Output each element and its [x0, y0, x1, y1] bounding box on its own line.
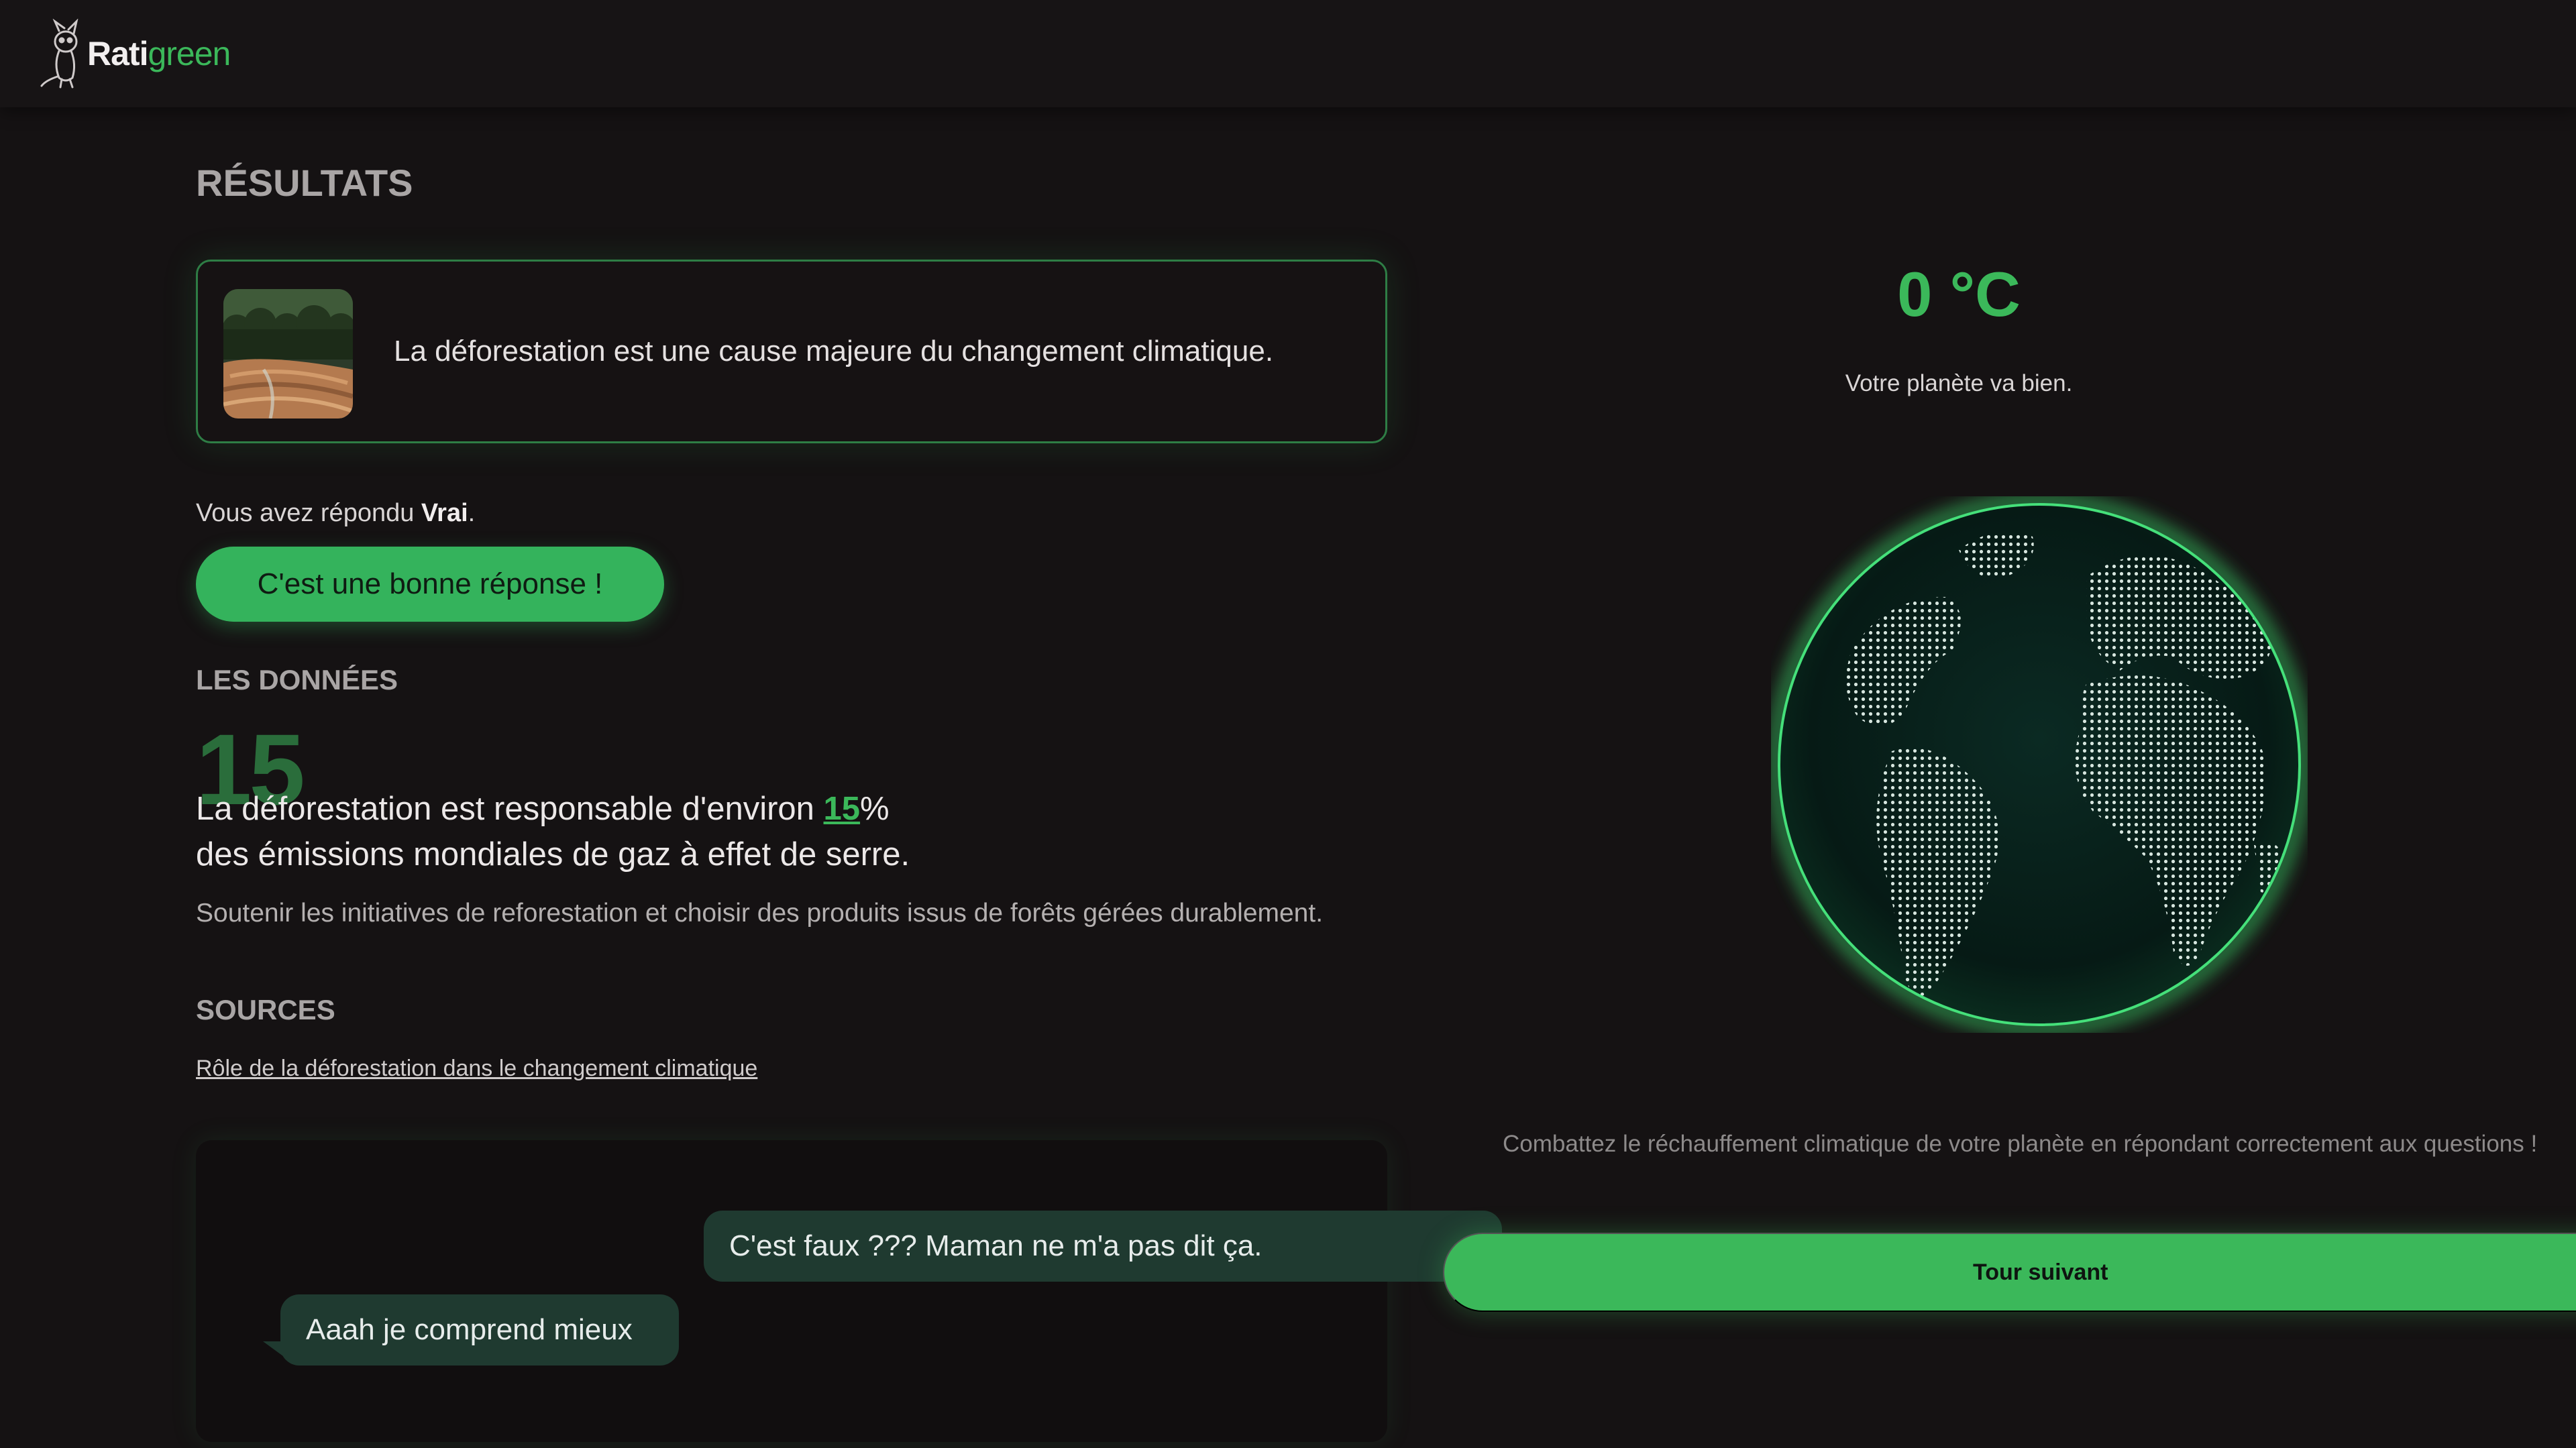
correct-answer-badge: C'est une bonne réponse ! — [196, 547, 664, 622]
data-section-title: LES DONNÉES — [196, 664, 398, 695]
chat-bubble-right: C'est faux ??? Maman ne m'a pas dit ça. — [704, 1211, 1502, 1282]
instruction-hint: Combattez le réchauffement climatique de… — [1503, 1131, 2538, 1157]
question-card: La déforestation est une cause majeure d… — [196, 260, 1387, 443]
chat-panel: C'est faux ??? Maman ne m'a pas dit ça. … — [196, 1140, 1511, 1442]
sources-title: SOURCES — [196, 994, 335, 1025]
answer-suffix: . — [468, 499, 476, 527]
fact-unit: % — [860, 791, 890, 827]
logo-text-accent: green — [148, 35, 231, 72]
source-link[interactable]: Rôle de la déforestation dans le changem… — [196, 1056, 757, 1082]
next-round-button[interactable]: Tour suivant — [1443, 1233, 2576, 1312]
answer-summary: Vous avez répondu Vrai. — [196, 499, 475, 528]
fact-text-line2: des émissions mondiales de gaz à effet d… — [196, 836, 910, 873]
earth-globe-icon — [1771, 496, 2308, 1033]
fact-text-start: La déforestation est responsable d'envir… — [196, 791, 824, 827]
answer-value: Vrai — [421, 499, 468, 527]
page-title: RÉSULTATS — [196, 162, 413, 204]
chat-bubble-left: Aaah je comprend mieux — [280, 1294, 679, 1366]
fact-text: La déforestation est responsable d'envir… — [196, 786, 1269, 877]
logo-text-primary: Rati — [87, 35, 148, 72]
planet-status: Votre planète va bien. — [1845, 370, 2073, 396]
app-logo[interactable]: Ratigreen — [39, 19, 231, 89]
bubble-tail-left — [263, 1341, 283, 1356]
fact-highlight: 15 — [823, 791, 861, 827]
top-bar: Ratigreen — [0, 0, 2576, 107]
deforestation-image — [223, 289, 353, 419]
advice-text: Soutenir les initiatives de reforestatio… — [196, 899, 1324, 928]
answer-prefix: Vous avez répondu — [196, 499, 421, 527]
mascot-icon — [40, 19, 78, 89]
question-statement: La déforestation est une cause majeure d… — [394, 335, 1274, 368]
temperature-value: 0 °C — [1897, 259, 2021, 329]
